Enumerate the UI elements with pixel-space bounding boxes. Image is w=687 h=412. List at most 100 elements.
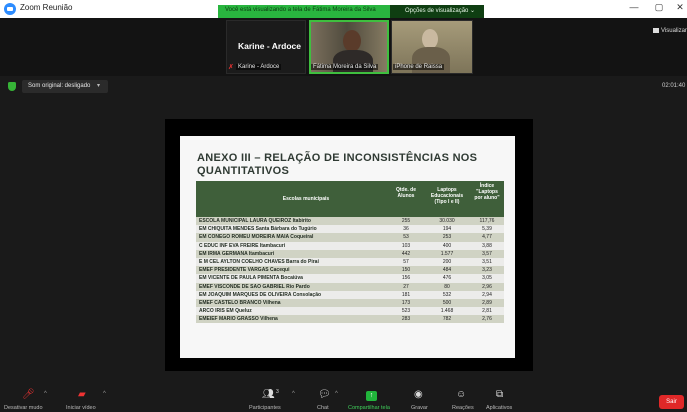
participant-name-karine: Karine - Ardoce	[238, 41, 301, 51]
header-qtde: Qtde. de Alunos	[395, 187, 416, 199]
muted-mic-icon: ✗	[228, 64, 234, 71]
table-row: EM VICENTE DE PAULA PIMENTA Bocaiúva 156 4…	[196, 274, 504, 283]
mute-button-label[interactable]: Desativar mudo	[4, 405, 43, 411]
participants-button-label[interactable]: Participantes	[249, 405, 281, 411]
participant-label-karine: Karine - Ardoce	[236, 64, 282, 70]
table-row: EMEIEF MARIO GRASSO Vilhena 283 782 2,76	[196, 315, 504, 324]
chevron-up-icon[interactable]: ^	[335, 391, 338, 397]
cell-laptops: 532	[442, 291, 452, 298]
cell-qtde: 53	[403, 234, 409, 241]
video-button-label[interactable]: Iniciar vídeo	[66, 405, 96, 411]
slide-title: ANEXO III – RELAÇÃO DE INCONSISTÊNCIAS N…	[197, 152, 478, 177]
record-button-label[interactable]: Gravar	[411, 405, 428, 411]
cell-escola: EMEF CASTELO BRANCO Vilhena	[199, 299, 281, 306]
cell-qtde: 27	[403, 283, 409, 290]
table-row: C EDUC INF EVA FREIRE Itambacuri 103 400 3,…	[196, 241, 504, 250]
apps-icon[interactable]: ⧉	[496, 389, 503, 401]
chevron-down-icon[interactable]: ▾	[97, 82, 100, 89]
cell-indice: 3,23	[482, 267, 492, 274]
cell-indice: 5,39	[482, 226, 492, 233]
apps-button-label[interactable]: Aplicativos	[486, 405, 512, 411]
cell-indice: 4,77	[482, 234, 492, 241]
chevron-up-icon[interactable]: ^	[44, 391, 47, 397]
cell-qtde: 156	[401, 275, 411, 282]
cell-indice: 3,05	[482, 275, 492, 282]
chat-button-label[interactable]: Chat	[317, 405, 329, 411]
cell-indice: 2,76	[482, 316, 492, 323]
table-row: EMEF CASTELO BRANCO Vilhena 173 500 2,89	[196, 298, 504, 308]
table-body: ESCOLA MUNICIPAL LAURA QUEIROZ Itabirito…	[196, 217, 504, 324]
cell-indice: 2,96	[482, 283, 492, 290]
view-options-button[interactable]: Opções de visualização ⌄	[390, 5, 484, 18]
cell-qtde: 36	[403, 226, 409, 233]
table-row: EMEF PRESIDENTE VARGAS Cacequi 150 484 3,23	[196, 266, 504, 275]
participants-count: 3	[276, 389, 279, 395]
participant-label-raissa: iPhone de Raissa	[393, 64, 445, 70]
table-header: Escolas municipais Qtde. de Alunos Lapto…	[196, 181, 504, 217]
table-row: EMEF VISCONDE DE SAO GABRIEL Rio Pardo 27…	[196, 282, 504, 291]
cell-laptops: 194	[442, 226, 452, 233]
cell-indice: 3,88	[482, 242, 492, 249]
view-options-label: Opções de visualização	[405, 8, 469, 14]
cell-laptops: 476	[442, 275, 452, 282]
video-off-icon[interactable]: ▰	[78, 389, 86, 401]
muted-mic-icon[interactable]: 🎤︎	[22, 389, 35, 401]
cell-escola: C EDUC INF EVA FREIRE Itambacuri	[199, 242, 286, 249]
table-row: ARCO IRIS EM Queluz 523 1.468 2,81	[196, 307, 504, 316]
header-escolas: Escolas municipais	[282, 196, 330, 202]
table-row: ESCOLA MUNICIPAL LAURA QUEIROZ Itabirito…	[196, 217, 504, 226]
header-indice: Índice "Laptops por aluno"	[474, 183, 500, 201]
cell-laptops: 30.030	[439, 218, 455, 224]
meeting-toolbar	[0, 384, 687, 412]
minimize-button[interactable]: —	[627, 2, 641, 12]
view-layout-button[interactable]: Visualizar	[653, 28, 687, 34]
cell-escola: EM JOAQUIM MARQUES DE OLIVEIRA Consolaçã…	[199, 291, 322, 298]
cell-escola: EM CHIQUITA MENDES Santa Bárbara do Tugú…	[199, 226, 317, 233]
cell-qtde: 57	[403, 258, 409, 265]
cell-qtde: 255	[401, 218, 411, 224]
cell-laptops: 400	[442, 242, 452, 249]
cell-qtde: 173	[401, 299, 411, 306]
cell-escola: E M CEL AYLTON COELHO CHAVES Barra do Pi…	[199, 258, 319, 265]
cell-laptops: 80	[444, 283, 450, 290]
cell-escola: EMEF PRESIDENTE VARGAS Cacequi	[199, 267, 290, 274]
cell-indice: 2,81	[482, 308, 492, 315]
chevron-up-icon[interactable]: ^	[103, 391, 106, 397]
reactions-icon[interactable]: ☺	[456, 389, 466, 401]
share-screen-icon[interactable]: ↑	[366, 391, 377, 401]
cell-escola: EM VICENTE DE PAULA PIMENTA Bocaiúva	[199, 275, 303, 282]
cell-escola: EM CONEGO ROMEU MOREIRA MAIA Coqueiral	[199, 234, 314, 241]
participants-icon[interactable]: 👥︎	[262, 389, 275, 401]
cell-laptops: 253	[442, 234, 452, 241]
cell-qtde: 103	[401, 242, 411, 249]
cell-qtde: 181	[401, 291, 411, 298]
cell-escola: ESCOLA MUNICIPAL LAURA QUEIROZ Itabirito	[199, 218, 311, 224]
screen-share-banner-text: Você está visualizando a tela de Fátima …	[225, 7, 376, 13]
cell-indice: 117,76	[479, 218, 495, 224]
close-button[interactable]: ✕	[673, 2, 687, 13]
cell-escola: EMEIEF MARIO GRASSO Vilhena	[199, 316, 278, 323]
record-icon[interactable]: ◉	[414, 389, 423, 401]
cell-qtde: 523	[401, 308, 411, 315]
header-laptops: Laptops Educacionais (Tipo I e II)	[430, 187, 464, 205]
leave-button[interactable]: Sair	[659, 395, 684, 409]
chevron-down-icon: ⌄	[470, 8, 476, 14]
zoom-app-icon	[4, 3, 16, 15]
participant-body	[333, 50, 373, 72]
cell-escola: ARCO IRIS EM Queluz	[199, 308, 252, 315]
table-row: EM CHIQUITA MENDES Santa Bárbara do Tugú…	[196, 225, 504, 234]
window-title: Zoom Reunião	[20, 3, 73, 12]
security-shield-icon[interactable]	[8, 82, 16, 91]
cell-laptops: 484	[442, 267, 452, 274]
maximize-button[interactable]: ▢	[652, 2, 666, 13]
chat-icon[interactable]: 💬︎	[318, 389, 331, 401]
cell-indice: 2,89	[482, 299, 492, 306]
table-row: EM CONEGO ROMEU MOREIRA MAIA Coqueiral 53…	[196, 233, 504, 242]
table-row: EM JOAQUIM MARQUES DE OLIVEIRA Consolaçã…	[196, 290, 504, 299]
share-button-label[interactable]: Compartilhar tela	[348, 405, 390, 411]
chevron-up-icon[interactable]: ^	[292, 391, 295, 397]
cell-qtde: 442	[401, 250, 411, 257]
participant-head	[343, 30, 361, 52]
participant-label-fatima: Fátima Moreira da Silva	[311, 64, 379, 70]
reactions-button-label[interactable]: Reações	[452, 405, 474, 411]
